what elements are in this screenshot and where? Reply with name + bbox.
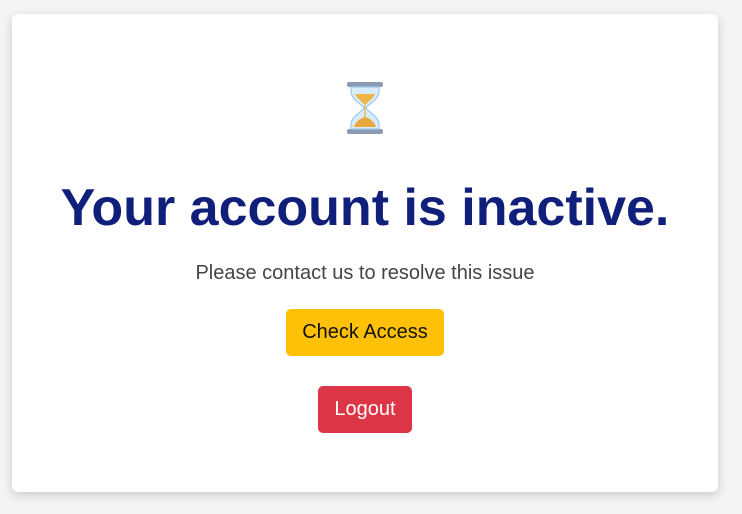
status-message: Please contact us to resolve this issue — [195, 262, 535, 284]
inactive-account-card: Your account is inactive. Please contact… — [12, 14, 718, 492]
logout-button[interactable]: Logout — [318, 386, 412, 433]
icon-container — [12, 82, 718, 136]
check-access-button[interactable]: Check Access — [286, 309, 444, 356]
page-title: Your account is inactive. — [60, 179, 670, 237]
hourglass-icon — [347, 82, 383, 134]
